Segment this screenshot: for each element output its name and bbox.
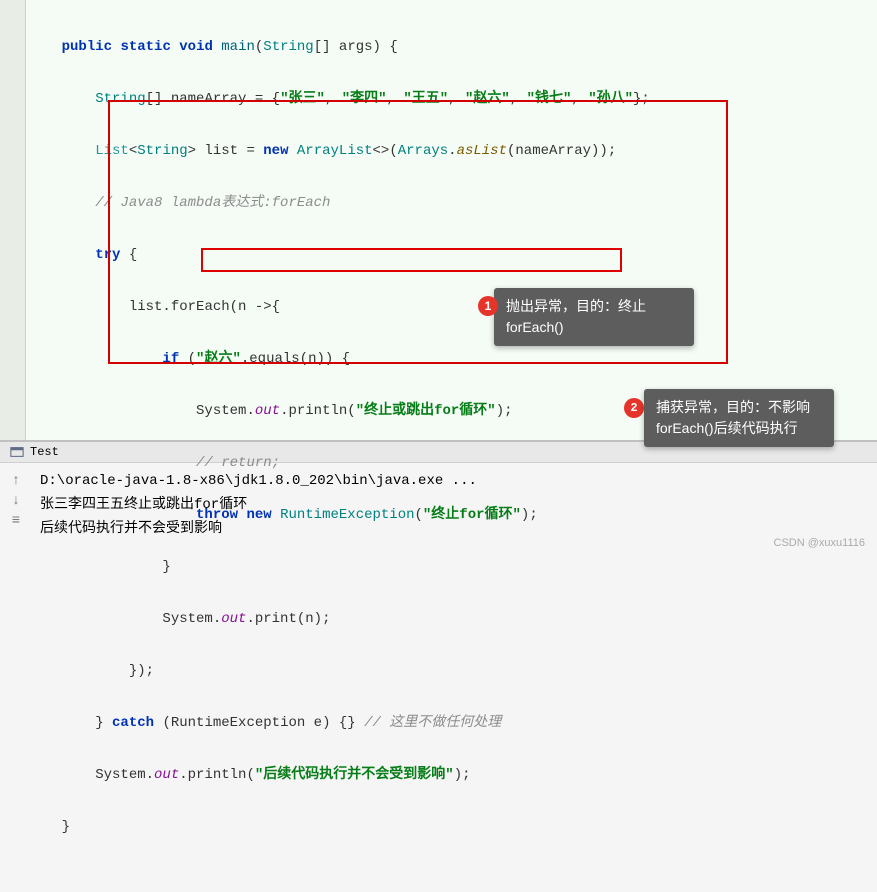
field-out: out [221, 611, 246, 627]
output-line-1: 张三李四王五终止或跳出for循环 [40, 493, 867, 517]
type-list: List [95, 143, 129, 159]
annotation-num-1: 1 [478, 296, 498, 316]
str: "王五" [403, 91, 448, 107]
end: (nameArray)); [507, 143, 616, 159]
comment: // Java8 lambda表达式:forEach [95, 195, 330, 211]
str: "后续代码执行并不会受到影响" [255, 767, 454, 783]
end: }; [633, 91, 650, 107]
type-string: String [263, 39, 313, 55]
str: "孙八" [588, 91, 633, 107]
str: "赵六" [465, 91, 510, 107]
type-arrays: Arrays [398, 143, 448, 159]
annotation-text-1: 抛出异常，目的：终止forEach() [506, 298, 646, 335]
close-brace: } [62, 819, 70, 835]
args: [] args) { [314, 39, 398, 55]
arrow-down-icon[interactable]: ↓ [8, 489, 24, 505]
watermark: CSDN @xuxu1116 [774, 537, 865, 549]
kw-try: try [95, 247, 120, 263]
fn-main: main [221, 39, 255, 55]
annotation-callout-1: 1 抛出异常，目的：终止forEach() [494, 288, 694, 346]
kw-if: if [162, 351, 179, 367]
kw-catch: catch [112, 715, 154, 731]
type-string: String [95, 91, 145, 107]
end: ); [496, 403, 513, 419]
str: "赵六" [196, 351, 241, 367]
brace: { [120, 247, 137, 263]
sys: System. [95, 767, 154, 783]
equals: .equals(n)) { [241, 351, 350, 367]
output-line-cmd: D:\oracle-java-1.8-x86\jdk1.8.0_202\bin\… [40, 469, 867, 493]
str: "张三" [280, 91, 325, 107]
close-brace: } [95, 715, 112, 731]
sys: System. [196, 403, 255, 419]
sys: System. [162, 611, 221, 627]
println: .println( [179, 767, 255, 783]
str: "李四" [342, 91, 387, 107]
annotation-callout-2: 捕获异常，目的：不影响forEach()后续代码执行 [644, 389, 834, 447]
code-editor[interactable]: public static void main(String[] args) {… [0, 0, 877, 440]
terminal-icon [10, 445, 24, 459]
annotation-num-2-marker: 2 [624, 398, 644, 418]
end: ); [454, 767, 471, 783]
kw-static: static [120, 39, 170, 55]
menu-icon[interactable]: ≡ [8, 509, 24, 525]
console-output[interactable]: ↑ ↓ ≡ D:\oracle-java-1.8-x86\jdk1.8.0_20… [0, 463, 877, 547]
comment: // 这里不做任何处理 [364, 715, 501, 731]
type-string: String [137, 143, 187, 159]
gutter [0, 0, 26, 440]
var: > list = [188, 143, 264, 159]
tool-column: ↑ ↓ ≡ [8, 469, 24, 525]
kw-public: public [62, 39, 112, 55]
type-arraylist: ArrayList [297, 143, 373, 159]
foreach-call: list.forEach(n ->{ [129, 299, 280, 315]
println: .println( [280, 403, 356, 419]
fn-aslist: asList [457, 143, 507, 159]
code-content: public static void main(String[] args) {… [28, 8, 877, 892]
decl: [] nameArray = { [146, 91, 280, 107]
close-brace: }); [129, 663, 154, 679]
str: "钱七" [527, 91, 572, 107]
annotation-text-2: 捕获异常，目的：不影响forEach()后续代码执行 [656, 399, 810, 436]
catch-decl: (RuntimeException e) {} [154, 715, 364, 731]
output-line-2: 后续代码执行并不会受到影响 [40, 517, 867, 541]
str: "终止或跳出for循环" [356, 403, 496, 419]
close-brace: } [162, 559, 170, 575]
field-out: out [255, 403, 280, 419]
kw-void: void [179, 39, 213, 55]
kw-new: new [263, 143, 288, 159]
field-out: out [154, 767, 179, 783]
print: .print(n); [246, 611, 330, 627]
arrow-up-icon[interactable]: ↑ [8, 469, 24, 485]
